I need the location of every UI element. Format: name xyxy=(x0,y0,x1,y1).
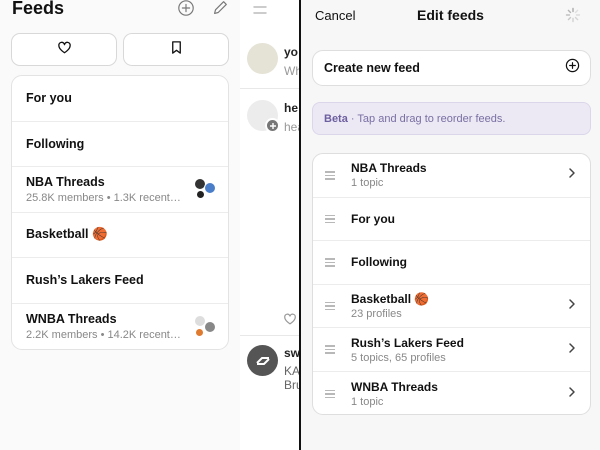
reorder-item-following[interactable]: Following xyxy=(313,241,590,285)
member-avatars xyxy=(192,176,218,202)
reorder-item-wnba-threads[interactable]: WNBA Threads 1 topic xyxy=(313,372,590,414)
drag-handle-icon[interactable] xyxy=(325,300,335,313)
loading-spinner-icon xyxy=(565,7,581,23)
feed-name: Basketball 🏀 xyxy=(26,227,108,242)
feed-name: NBA Threads xyxy=(26,174,105,189)
chevron-right-icon[interactable] xyxy=(566,385,578,403)
feed-item-rushs-lakers-feed[interactable]: Rush’s Lakers Feed xyxy=(12,258,228,304)
tab-saved[interactable] xyxy=(123,33,229,66)
tab-liked[interactable] xyxy=(11,33,117,66)
reorder-item-rushs-lakers-feed[interactable]: Rush’s Lakers Feed 5 topics, 65 profiles xyxy=(313,328,590,372)
edit-feeds-modal: Cancel Edit feeds Create new feed Beta ·… xyxy=(301,0,600,450)
reorder-item-nba-threads[interactable]: NBA Threads 1 topic xyxy=(313,154,590,198)
feed-subtitle: 1 topic xyxy=(351,395,384,408)
beta-notice: Beta · Tap and drag to reorder feeds. xyxy=(312,102,591,135)
feed-name: NBA Threads xyxy=(351,161,427,176)
feed-name: For you xyxy=(26,91,72,106)
feed-list: For you Following NBA Threads 25.8K memb… xyxy=(11,75,229,350)
plus-circle-icon xyxy=(565,58,580,78)
create-feed-label: Create new feed xyxy=(324,61,420,75)
divider xyxy=(240,88,300,89)
post-text: Wh xyxy=(284,64,300,78)
timeline-peek: yo Wh he hea sw KA Bru xyxy=(240,0,300,450)
post-text: hea xyxy=(284,120,300,134)
divider xyxy=(240,335,300,336)
heart-icon xyxy=(57,40,72,60)
menu-icon[interactable] xyxy=(253,4,267,22)
feed-name: WNBA Threads xyxy=(351,379,438,394)
feed-name: Following xyxy=(26,136,85,151)
add-feed-icon[interactable] xyxy=(176,0,196,18)
feed-name: Rush’s Lakers Feed xyxy=(26,273,144,288)
create-new-feed-button[interactable]: Create new feed xyxy=(312,50,591,86)
drag-handle-icon[interactable] xyxy=(325,213,335,226)
post-author: sw xyxy=(284,346,300,360)
feed-subtitle: 1 topic xyxy=(351,177,384,190)
chevron-right-icon[interactable] xyxy=(566,297,578,315)
bookmark-icon xyxy=(169,40,184,60)
drag-handle-icon[interactable] xyxy=(325,256,335,269)
beta-badge: Beta xyxy=(324,112,348,125)
avatar[interactable] xyxy=(247,43,278,74)
feed-name: For you xyxy=(351,211,395,226)
heart-icon[interactable] xyxy=(283,312,297,331)
modal-title: Edit feeds xyxy=(417,7,484,23)
drag-handle-icon[interactable] xyxy=(325,169,335,182)
feed-item-for-you[interactable]: For you xyxy=(12,76,228,122)
feed-name: WNBA Threads xyxy=(26,311,117,326)
follow-plus-icon[interactable] xyxy=(265,118,280,133)
reorder-item-for-you[interactable]: For you xyxy=(313,198,590,242)
feed-name: Basketball 🏀 xyxy=(351,292,430,307)
reorder-feed-list: NBA Threads 1 topic For you Following Ba… xyxy=(312,153,591,415)
chevron-right-icon[interactable] xyxy=(566,166,578,184)
member-avatars xyxy=(192,313,218,339)
feed-item-nba-threads[interactable]: NBA Threads 25.8K members • 1.3K recent… xyxy=(12,167,228,213)
chevron-right-icon[interactable] xyxy=(566,341,578,359)
edit-pencil-icon[interactable] xyxy=(210,0,230,18)
post-author: he xyxy=(284,101,299,115)
feed-subtitle: 5 topics, 65 profiles xyxy=(351,351,446,364)
beta-text: · Tap and drag to reorder feeds. xyxy=(347,112,506,125)
drag-handle-icon[interactable] xyxy=(325,343,335,356)
feed-subtitle: 25.8K members • 1.3K recent… xyxy=(26,191,181,204)
avatar[interactable] xyxy=(247,345,278,376)
post-text: Bru xyxy=(284,378,300,392)
reorder-item-basketball[interactable]: Basketball 🏀 23 profiles xyxy=(313,285,590,329)
feed-subtitle: 23 profiles xyxy=(351,308,402,321)
feed-item-wnba-threads[interactable]: WNBA Threads 2.2K members • 14.2K recent… xyxy=(12,304,228,350)
feed-name: Following xyxy=(351,255,407,270)
page-title: Feeds xyxy=(12,0,65,18)
drag-handle-icon[interactable] xyxy=(325,388,335,401)
feeds-panel: Feeds For you Following NBA Threads 25.8… xyxy=(0,0,240,450)
feed-item-following[interactable]: Following xyxy=(12,122,228,167)
feed-subtitle: 2.2K members • 14.2K recent… xyxy=(26,328,181,341)
post-text: KA xyxy=(284,364,300,378)
feed-name: Rush’s Lakers Feed xyxy=(351,335,464,350)
post-author: yo xyxy=(284,45,299,59)
feed-item-basketball[interactable]: Basketball 🏀 xyxy=(12,213,228,258)
